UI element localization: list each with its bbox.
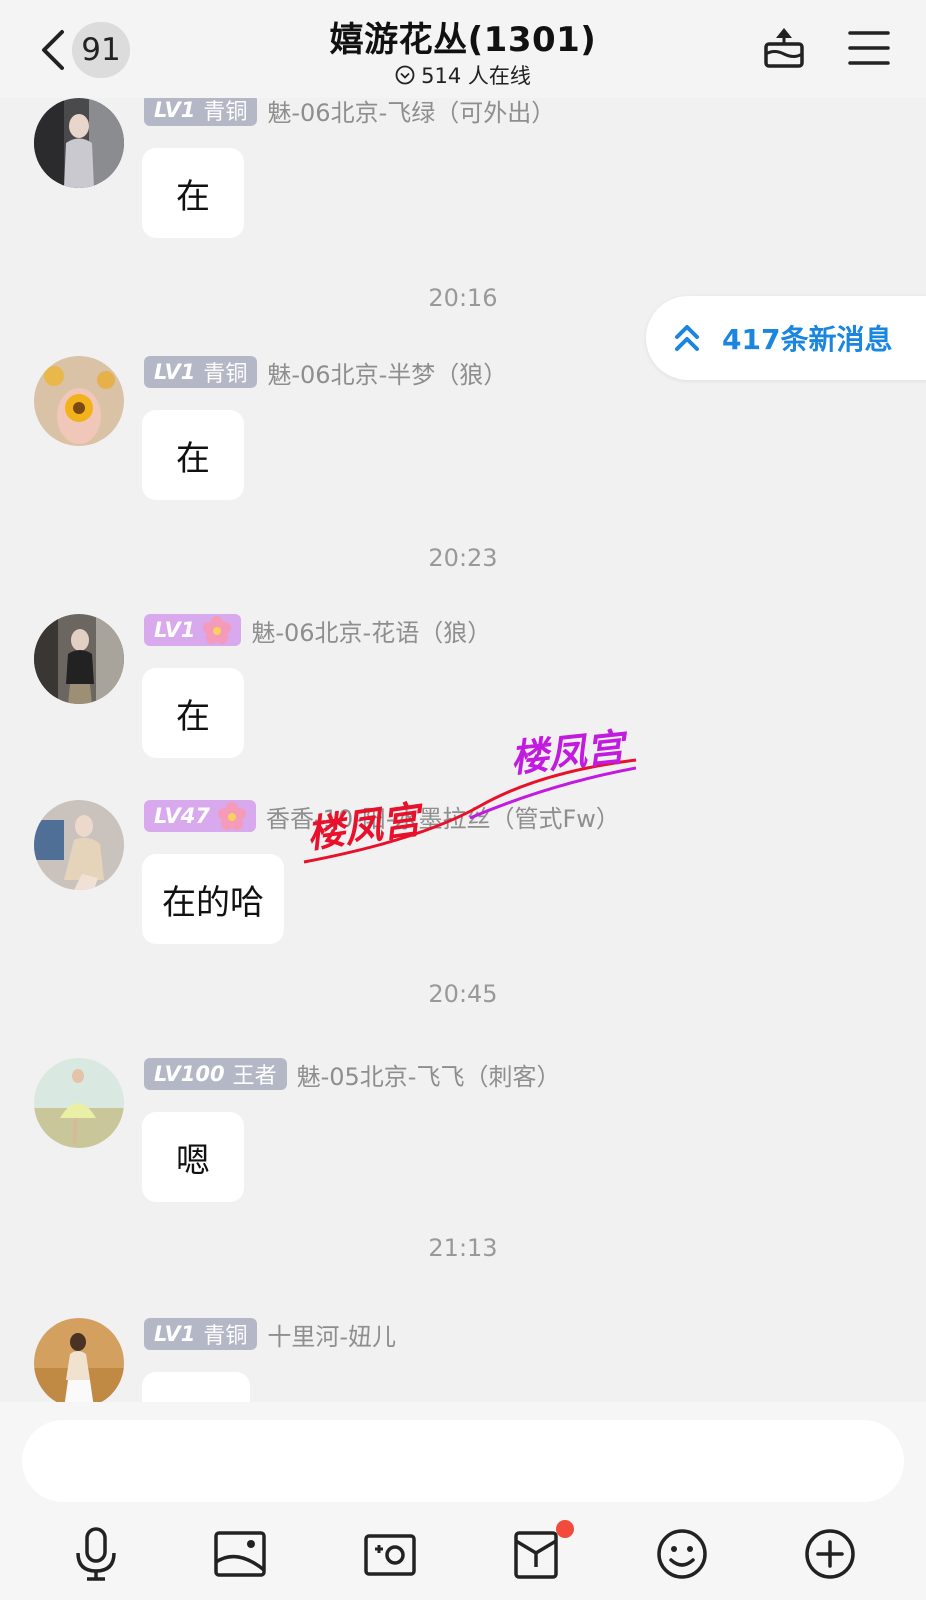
level-badge: LV1 青铜 xyxy=(144,1318,258,1350)
microphone-icon xyxy=(76,1527,116,1581)
message-meta: LV1 青铜 十里河-妞儿 xyxy=(144,1318,397,1351)
level-badge: LV47 xyxy=(144,800,256,832)
sender-name: 十里河-妞儿 xyxy=(267,1322,397,1351)
avatar[interactable] xyxy=(34,800,124,890)
sender-name: 魅-06北京-花语（狼） xyxy=(251,618,492,647)
level-badge: LV100 王者 xyxy=(144,1058,287,1090)
message-input[interactable] xyxy=(22,1420,904,1502)
more-button[interactable] xyxy=(800,1524,860,1584)
timestamp: 20:45 xyxy=(428,980,498,1008)
level-badge: LV1 青铜 xyxy=(144,94,258,126)
menu-icon xyxy=(848,31,890,65)
avatar[interactable] xyxy=(34,1058,124,1148)
image-icon xyxy=(214,1531,266,1577)
avatar[interactable] xyxy=(34,98,124,188)
timestamp: 20:23 xyxy=(428,544,498,572)
image-button[interactable] xyxy=(210,1524,270,1584)
message-meta: LV1 魅-06北京-花语（狼） xyxy=(144,614,492,647)
emoji-icon xyxy=(657,1529,707,1579)
emoji-button[interactable] xyxy=(652,1524,712,1584)
avatar[interactable] xyxy=(34,1318,124,1408)
message-meta: LV1 青铜 魅-06北京-飞绿（可外出） xyxy=(144,94,555,127)
timestamp: 21:13 xyxy=(428,1234,498,1262)
message-bubble[interactable]: 嗯 xyxy=(142,1112,244,1202)
new-messages-button[interactable]: 417条新消息 xyxy=(646,296,926,380)
flower-icon xyxy=(217,802,246,830)
avatar[interactable] xyxy=(34,614,124,704)
double-chevron-up-icon xyxy=(675,325,699,351)
chat-header: 91 嬉游花丛(1301) 514 人在线 xyxy=(0,0,926,98)
cake-icon xyxy=(764,28,804,68)
level-badge: LV1 青铜 xyxy=(144,356,258,388)
new-messages-label: 417条新消息 xyxy=(722,323,893,356)
message-bubble[interactable]: 在 xyxy=(142,668,244,758)
message-meta: LV1 青铜 魅-06北京-半梦（狼） xyxy=(144,356,508,389)
gift-button[interactable] xyxy=(764,24,804,74)
plus-icon xyxy=(805,1529,855,1579)
camera-icon xyxy=(364,1534,416,1576)
message-bubble[interactable]: 在 xyxy=(142,148,244,238)
sender-name: 魅-05北京-飞飞（刺客） xyxy=(296,1062,561,1091)
notification-dot xyxy=(556,1520,574,1538)
sender-name: 魅-06北京-半梦（狼） xyxy=(267,360,508,389)
flower-icon xyxy=(203,616,232,644)
input-bar xyxy=(0,1402,926,1600)
red-packet-icon xyxy=(514,1531,558,1579)
voice-button[interactable] xyxy=(66,1524,126,1584)
message-bubble[interactable]: 在 xyxy=(142,410,244,500)
message-bubble[interactable]: 在的哈 xyxy=(142,854,284,944)
red-packet-button[interactable] xyxy=(506,1520,574,1584)
level-badge: LV1 xyxy=(144,614,242,646)
online-count: 514 人在线 xyxy=(421,64,531,88)
avatar[interactable] xyxy=(34,356,124,446)
menu-button[interactable] xyxy=(848,30,890,70)
camera-button[interactable] xyxy=(360,1524,420,1584)
chevron-circle-icon xyxy=(395,65,415,85)
message-meta: LV100 王者 魅-05北京-飞飞（刺客） xyxy=(144,1058,561,1091)
